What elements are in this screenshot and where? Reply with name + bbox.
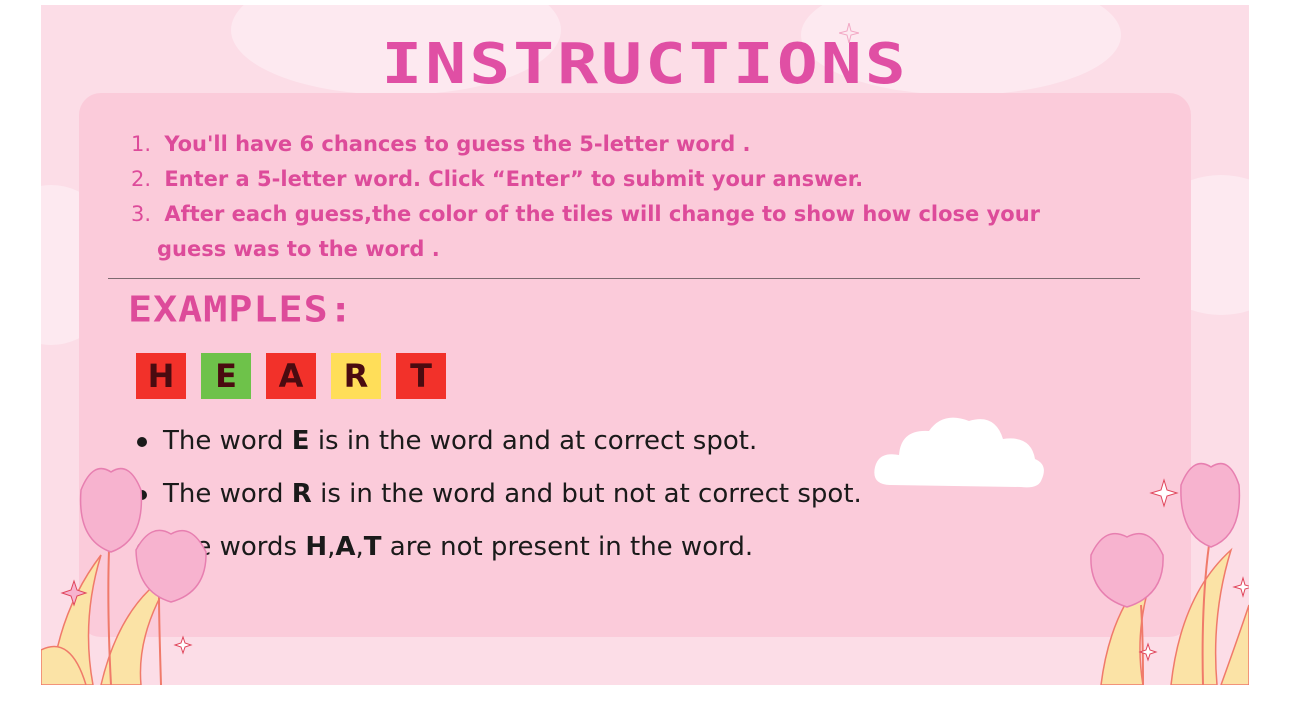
step-text-continued: guess was to the word .	[157, 237, 440, 261]
letter-tile: T	[396, 353, 446, 399]
step-number: 2.	[131, 167, 152, 191]
instruction-step: 1. You'll have 6 chances to guess the 5-…	[131, 127, 1131, 162]
letter-tile: A	[266, 353, 316, 399]
tulip-icon	[1090, 462, 1249, 685]
explanation-text: The words H,A,T are not present in the w…	[163, 532, 754, 562]
section-divider	[108, 278, 1140, 279]
game-background: INSTRUCTIONS 1. You'll have 6 chances to…	[41, 5, 1249, 685]
tulip-icon	[41, 467, 207, 685]
instruction-step: 2. Enter a 5-letter word. Click “Enter” …	[131, 162, 1131, 197]
bullet-icon	[137, 437, 147, 447]
page-title: INSTRUCTIONS	[381, 32, 909, 97]
explanation-text: The word E is in the word and at correct…	[163, 426, 758, 456]
instruction-steps: 1. You'll have 6 chances to guess the 5-…	[131, 127, 1131, 267]
examples-heading: EXAMPLES:	[128, 289, 354, 331]
sparkle-icon	[839, 23, 859, 43]
letter-tile: R	[331, 353, 381, 399]
step-number: 3.	[131, 202, 152, 226]
step-text: Enter a 5-letter word. Click “Enter” to …	[164, 167, 864, 191]
explanation-text: The word R is in the word and but not at…	[163, 479, 862, 509]
letter-tile: H	[136, 353, 186, 399]
step-text: You'll have 6 chances to guess the 5-let…	[164, 132, 751, 156]
step-number: 1.	[131, 132, 152, 156]
cloud-icon	[874, 417, 1044, 488]
instruction-step: 3. After each guess,the color of the til…	[131, 197, 1131, 267]
step-text: After each guess,the color of the tiles …	[164, 202, 1041, 226]
letter-tile: E	[201, 353, 251, 399]
